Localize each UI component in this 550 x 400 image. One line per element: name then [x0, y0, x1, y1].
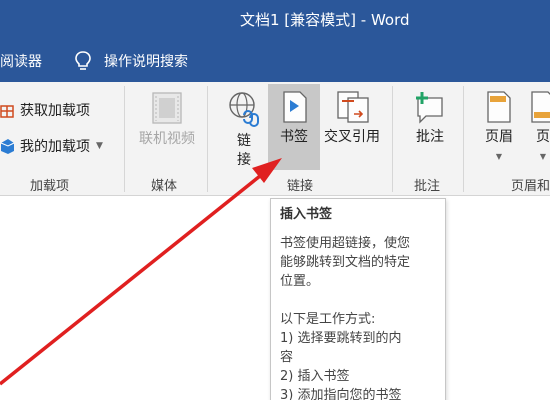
- tooltip-step-3: 3) 添加指向您的书签: [280, 388, 402, 400]
- comment-add-icon: [416, 92, 443, 124]
- cross-reference-icon: [337, 91, 369, 123]
- header-icon: [487, 91, 511, 123]
- online-video-button[interactable]: 联机视频: [134, 90, 200, 149]
- window-title: 文档1 [兼容模式] - Word: [240, 11, 410, 29]
- cross-reference-button[interactable]: 交叉引用: [320, 90, 384, 147]
- group-label-comments: 批注: [414, 179, 441, 194]
- new-comment-button[interactable]: 批注: [402, 90, 458, 147]
- chevron-down-icon[interactable]: ▼: [475, 147, 523, 166]
- group-label-header-footer: 页眉和: [511, 179, 550, 194]
- group-label-links: 链接: [287, 179, 314, 194]
- new-comment-label: 批注: [416, 129, 444, 145]
- tooltip-desc-line-3: 位置。: [280, 274, 320, 289]
- chevron-down-icon[interactable]: ▼: [96, 141, 103, 151]
- group-separator: [207, 86, 208, 192]
- tooltip-how-heading: 以下是工作方式:: [280, 312, 376, 327]
- footer-icon: [531, 91, 550, 123]
- bookmark-icon: [283, 91, 307, 123]
- group-label-addins: 加载项: [30, 179, 70, 194]
- tooltip-title: 插入书签: [280, 207, 333, 222]
- my-addins-label: 我的加载项: [20, 139, 90, 155]
- tab-reader[interactable]: 阅读器: [0, 51, 42, 71]
- ribbon: 获取加载项 我的加载项 ▼ 加载项 联机视频 媒体 书签 交叉引用 链接 批注 …: [0, 82, 550, 196]
- globe-link-icon: [229, 92, 259, 127]
- tooltip-step-1a: 1) 选择要跳转到的内: [280, 331, 402, 346]
- header-button[interactable]: 页眉 ▼: [475, 90, 523, 166]
- bookmark-label: 书签: [280, 129, 308, 145]
- link-label-char-2: 接: [237, 152, 251, 168]
- group-separator: [124, 86, 125, 192]
- chevron-down-icon[interactable]: ▼: [528, 147, 550, 166]
- online-video-label: 联机视频: [139, 131, 195, 147]
- link-label: 链 接: [236, 132, 252, 170]
- link-label-char-1: 链: [237, 133, 251, 149]
- tooltip-step-2: 2) 插入书签: [280, 369, 350, 384]
- tooltip-desc-line-1: 书签使用超链接，使您: [280, 236, 411, 251]
- film-icon: [152, 92, 182, 124]
- title-bar: 文档1 [兼容模式] - Word: [0, 0, 550, 40]
- group-label-media: 媒体: [151, 179, 178, 194]
- tooltip-step-1b: 容: [280, 350, 294, 365]
- tooltip-desc-line-2: 能够跳转到文档的特定: [280, 255, 411, 270]
- group-separator: [392, 86, 393, 192]
- header-label: 页眉: [485, 129, 513, 145]
- lightbulb-icon: [75, 51, 91, 70]
- store-icon: [0, 105, 14, 118]
- group-separator: [463, 86, 464, 192]
- get-addins-label: 获取加载项: [20, 103, 90, 119]
- bookmark-button[interactable]: 书签: [268, 90, 320, 147]
- tab-strip: 阅读器 操作说明搜索: [0, 40, 550, 82]
- tell-me-search[interactable]: 操作说明搜索: [104, 51, 188, 71]
- footer-label: 页: [536, 129, 550, 145]
- arrow-shaft: [0, 170, 267, 386]
- my-addins-button[interactable]: 我的加载项 ▼: [0, 133, 103, 159]
- cross-reference-label: 交叉引用: [324, 129, 380, 145]
- footer-button[interactable]: 页 ▼: [528, 90, 550, 166]
- get-addins-button[interactable]: 获取加载项: [0, 97, 90, 123]
- my-addins-icon: [0, 139, 15, 154]
- bookmark-tooltip: 插入书签 书签使用超链接，使您 能够跳转到文档的特定 位置。 以下是工作方式: …: [270, 198, 446, 400]
